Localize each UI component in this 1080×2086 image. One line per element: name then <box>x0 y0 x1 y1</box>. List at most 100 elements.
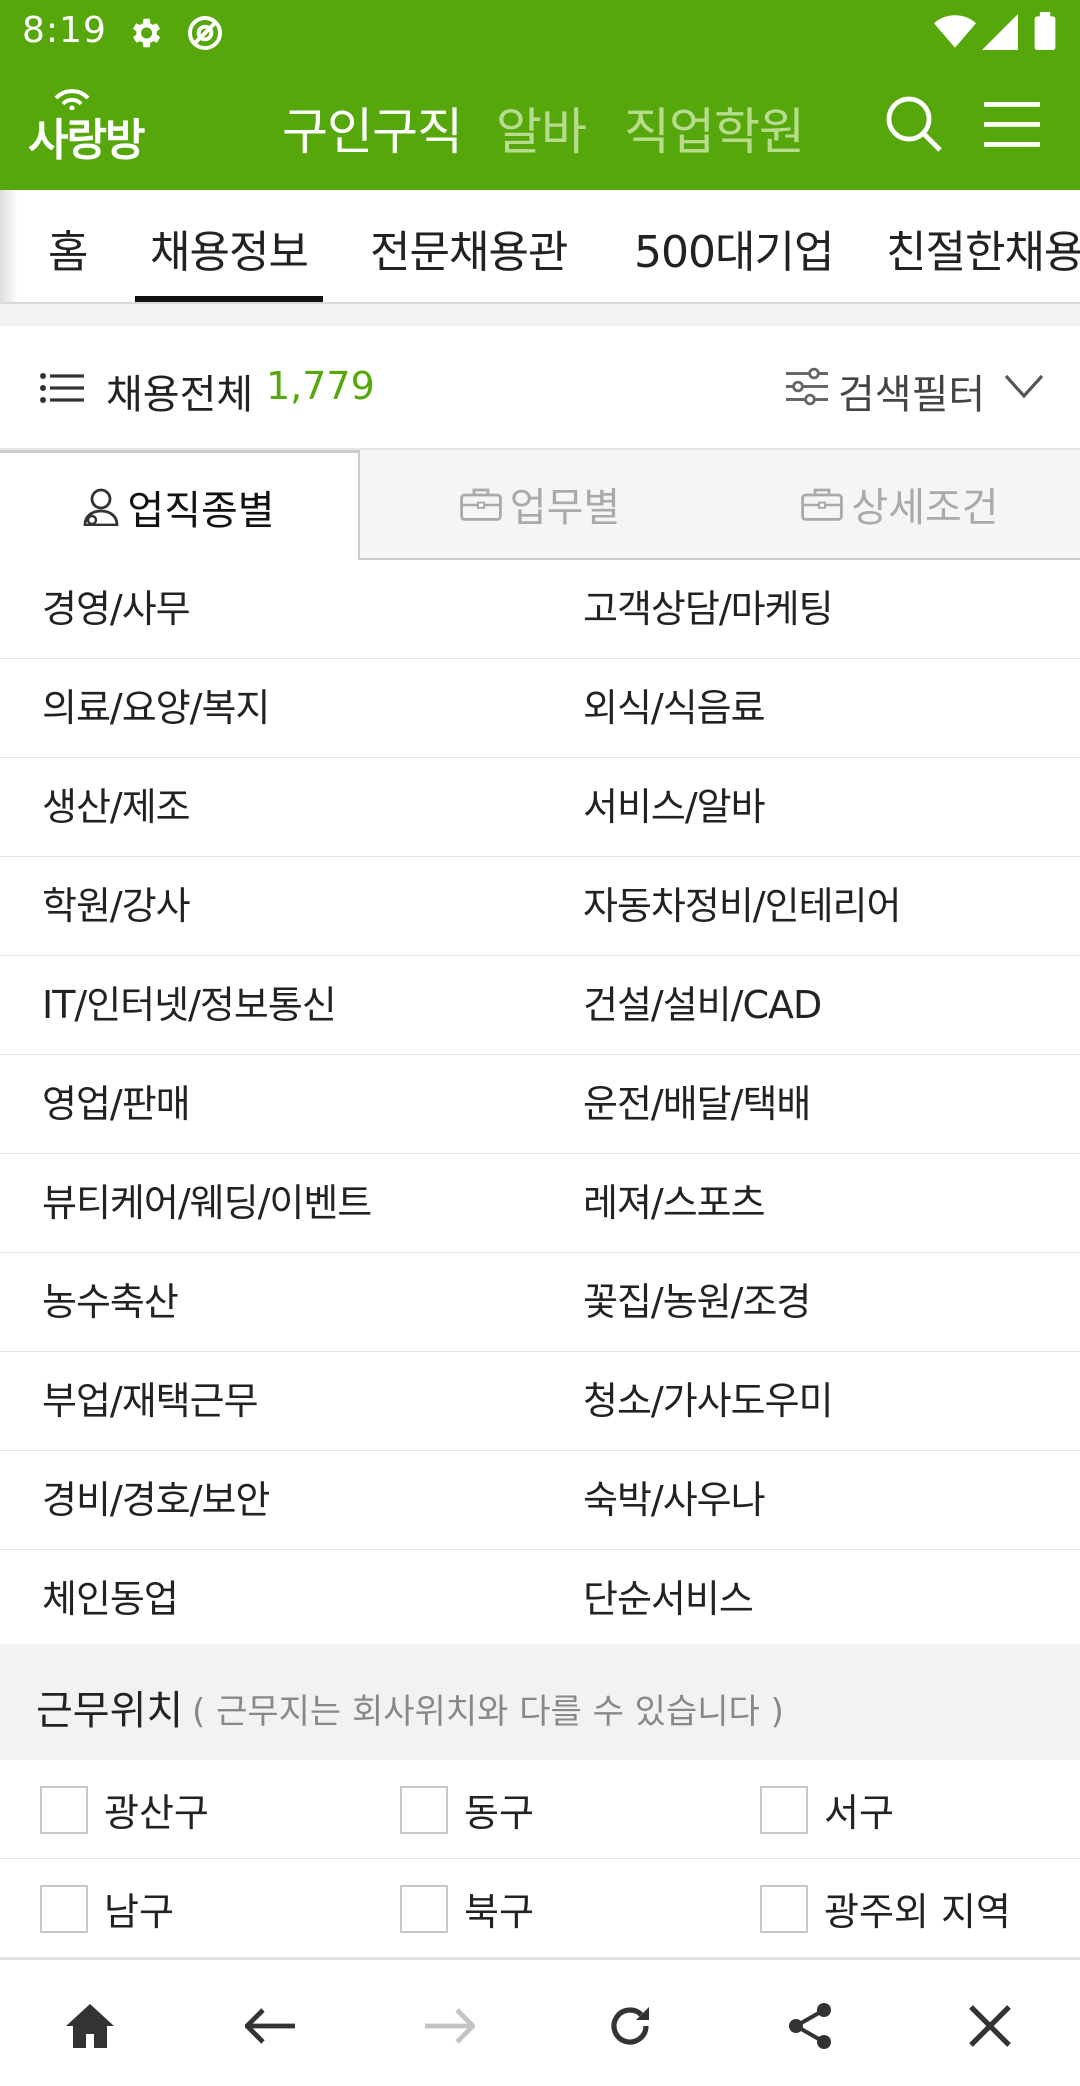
tab-by-task-label: 업무별 <box>509 485 621 531</box>
person-icon <box>83 488 119 526</box>
tab-detail-conditions[interactable]: 상세조건 <box>720 450 1080 560</box>
tab-friendly[interactable]: 친절한채용 <box>886 216 1080 280</box>
briefcase-icon <box>459 487 502 521</box>
category-item[interactable]: 레져/스포츠 <box>583 1154 766 1253</box>
location-row: 광산구 동구 서구 <box>0 1760 1080 1859</box>
category-item[interactable]: 꽃집/농원/조경 <box>583 1253 811 1352</box>
filter-sliders-icon[interactable] <box>786 366 828 412</box>
sub-tabs: 홈 채용정보 전문채용관 500대기업 친절한채용 <box>0 190 1080 304</box>
location-label: 북구 <box>464 1890 534 1934</box>
location-checkbox-item[interactable]: 광산구 <box>40 1760 209 1859</box>
close-icon[interactable] <box>960 1996 1020 2056</box>
menu-icon[interactable] <box>984 100 1040 152</box>
category-item[interactable]: 단순서비스 <box>583 1550 754 1649</box>
search-filter-button[interactable]: 검색필터 <box>838 362 985 420</box>
category-item[interactable]: 건설/설비/CAD <box>583 956 822 1055</box>
forward-arrow-icon[interactable] <box>420 1996 480 2056</box>
location-label: 광주외 지역 <box>824 1890 1011 1934</box>
logo[interactable]: 사랑방 <box>26 84 166 166</box>
category-item[interactable]: 외식/식음료 <box>583 659 766 758</box>
nav-jobs[interactable]: 구인구직 <box>282 92 463 164</box>
tab-jobinfo[interactable]: 채용정보 <box>150 216 309 280</box>
location-label: 서구 <box>824 1791 894 1835</box>
location-checkbox-item[interactable]: 광주외 지역 <box>760 1859 1011 1958</box>
location-checkbox-item[interactable]: 동구 <box>400 1760 534 1859</box>
wifi-icon <box>934 14 976 54</box>
category-row: 체인동업 단순서비스 <box>0 1550 1080 1649</box>
checkbox[interactable] <box>40 1785 88 1834</box>
category-item[interactable]: IT/인터넷/정보통신 <box>42 956 337 1055</box>
location-title: 근무위치 <box>36 1688 184 1734</box>
category-item[interactable]: 생산/제조 <box>42 758 191 857</box>
category-row: 의료/요양/복지 외식/식음료 <box>0 659 1080 758</box>
checkbox[interactable] <box>760 1884 808 1933</box>
category-item[interactable]: 경비/경호/보안 <box>42 1451 270 1550</box>
logo-text: 사랑방 <box>28 115 145 166</box>
category-item[interactable]: 경영/사무 <box>42 560 191 659</box>
category-item[interactable]: 농수축산 <box>42 1253 179 1352</box>
battery-icon <box>1034 12 1056 54</box>
back-arrow-icon[interactable] <box>240 1996 300 2056</box>
app-header: 사랑방 구인구직 알바 직업학원 <box>0 66 1080 190</box>
category-row: 경영/사무 고객상담/마케팅 <box>0 560 1080 659</box>
category-item[interactable]: 뷰티케어/웨딩/이벤트 <box>42 1154 372 1253</box>
total-jobs-count: 1,779 <box>266 364 375 408</box>
category-item[interactable]: 영업/판매 <box>42 1055 191 1154</box>
checkbox[interactable] <box>400 1884 448 1933</box>
category-row: 생산/제조 서비스/알바 <box>0 758 1080 857</box>
tab-by-task[interactable]: 업무별 <box>360 450 720 560</box>
category-item[interactable]: 고객상담/마케팅 <box>583 560 834 659</box>
share-icon[interactable] <box>780 1996 840 2056</box>
checkbox[interactable] <box>760 1785 808 1834</box>
category-row: 뷰티케어/웨딩/이벤트 레져/스포츠 <box>0 1154 1080 1253</box>
nav-parttime[interactable]: 알바 <box>496 92 587 164</box>
location-label: 광산구 <box>104 1791 209 1835</box>
location-label: 남구 <box>104 1890 174 1934</box>
location-note: ( 근무지는 회사위치와 다를 수 있습니다 ) <box>192 1692 784 1732</box>
signal-icon <box>982 14 1018 54</box>
location-row: 남구 북구 광주외 지역 <box>0 1859 1080 1958</box>
category-tabs: 업직종별 업무별 상세조건 <box>0 450 1080 560</box>
category-item[interactable]: 운전/배달/택배 <box>583 1055 811 1154</box>
category-row: IT/인터넷/정보통신 건설/설비/CAD <box>0 956 1080 1055</box>
nav-academy[interactable]: 직업학원 <box>624 92 805 164</box>
category-item[interactable]: 체인동업 <box>42 1550 179 1649</box>
tab-by-industry-label: 업직종별 <box>127 487 275 534</box>
location-grid: 광산구 동구 서구 남구 북구 광주외 지역 <box>0 1760 1080 1958</box>
active-tab-indicator <box>135 296 323 302</box>
total-jobs-label: 채용전체 <box>106 372 254 418</box>
location-checkbox-item[interactable]: 북구 <box>400 1859 534 1958</box>
checkbox[interactable] <box>400 1785 448 1834</box>
location-checkbox-item[interactable]: 서구 <box>760 1760 894 1859</box>
checkbox[interactable] <box>40 1884 88 1933</box>
browser-bottom-nav <box>0 1958 1080 2086</box>
category-item[interactable]: 의료/요양/복지 <box>42 659 270 758</box>
category-item[interactable]: 청소/가사도우미 <box>583 1352 834 1451</box>
location-label: 동구 <box>464 1791 534 1835</box>
category-item[interactable]: 학원/강사 <box>42 857 191 956</box>
category-row: 학원/강사 자동차정비/인테리어 <box>0 857 1080 956</box>
category-row: 부업/재택근무 청소/가사도우미 <box>0 1352 1080 1451</box>
chevron-down-icon[interactable] <box>1004 374 1044 404</box>
tab-top500[interactable]: 500대기업 <box>634 216 834 280</box>
location-checkbox-item[interactable]: 남구 <box>40 1859 174 1958</box>
category-item[interactable]: 숙박/사우나 <box>583 1451 766 1550</box>
category-item[interactable]: 부업/재택근무 <box>42 1352 259 1451</box>
tab-pro-hiring[interactable]: 전문채용관 <box>370 216 568 280</box>
tab-home[interactable]: 홈 <box>48 216 88 280</box>
location-header: 근무위치 ( 근무지는 회사위치와 다를 수 있습니다 ) <box>0 1644 1080 1760</box>
category-item[interactable]: 서비스/알바 <box>583 758 766 857</box>
home-icon[interactable] <box>60 1996 120 2056</box>
search-icon[interactable] <box>884 94 944 158</box>
status-bar: 8:19 <box>0 0 1080 66</box>
list-icon <box>40 372 84 408</box>
category-list: 경영/사무 고객상담/마케팅 의료/요양/복지 외식/식음료 생산/제조 서비스… <box>0 560 1080 1649</box>
at-icon <box>186 14 224 56</box>
refresh-icon[interactable] <box>600 1996 660 2056</box>
tab-by-industry[interactable]: 업직종별 <box>0 450 360 560</box>
category-item[interactable]: 자동차정비/인테리어 <box>583 857 901 956</box>
tab-detail-conditions-label: 상세조건 <box>851 485 999 531</box>
category-row: 농수축산 꽃집/농원/조경 <box>0 1253 1080 1352</box>
category-row: 영업/판매 운전/배달/택배 <box>0 1055 1080 1154</box>
count-bar: 채용전체 1,779 검색필터 <box>0 326 1080 450</box>
